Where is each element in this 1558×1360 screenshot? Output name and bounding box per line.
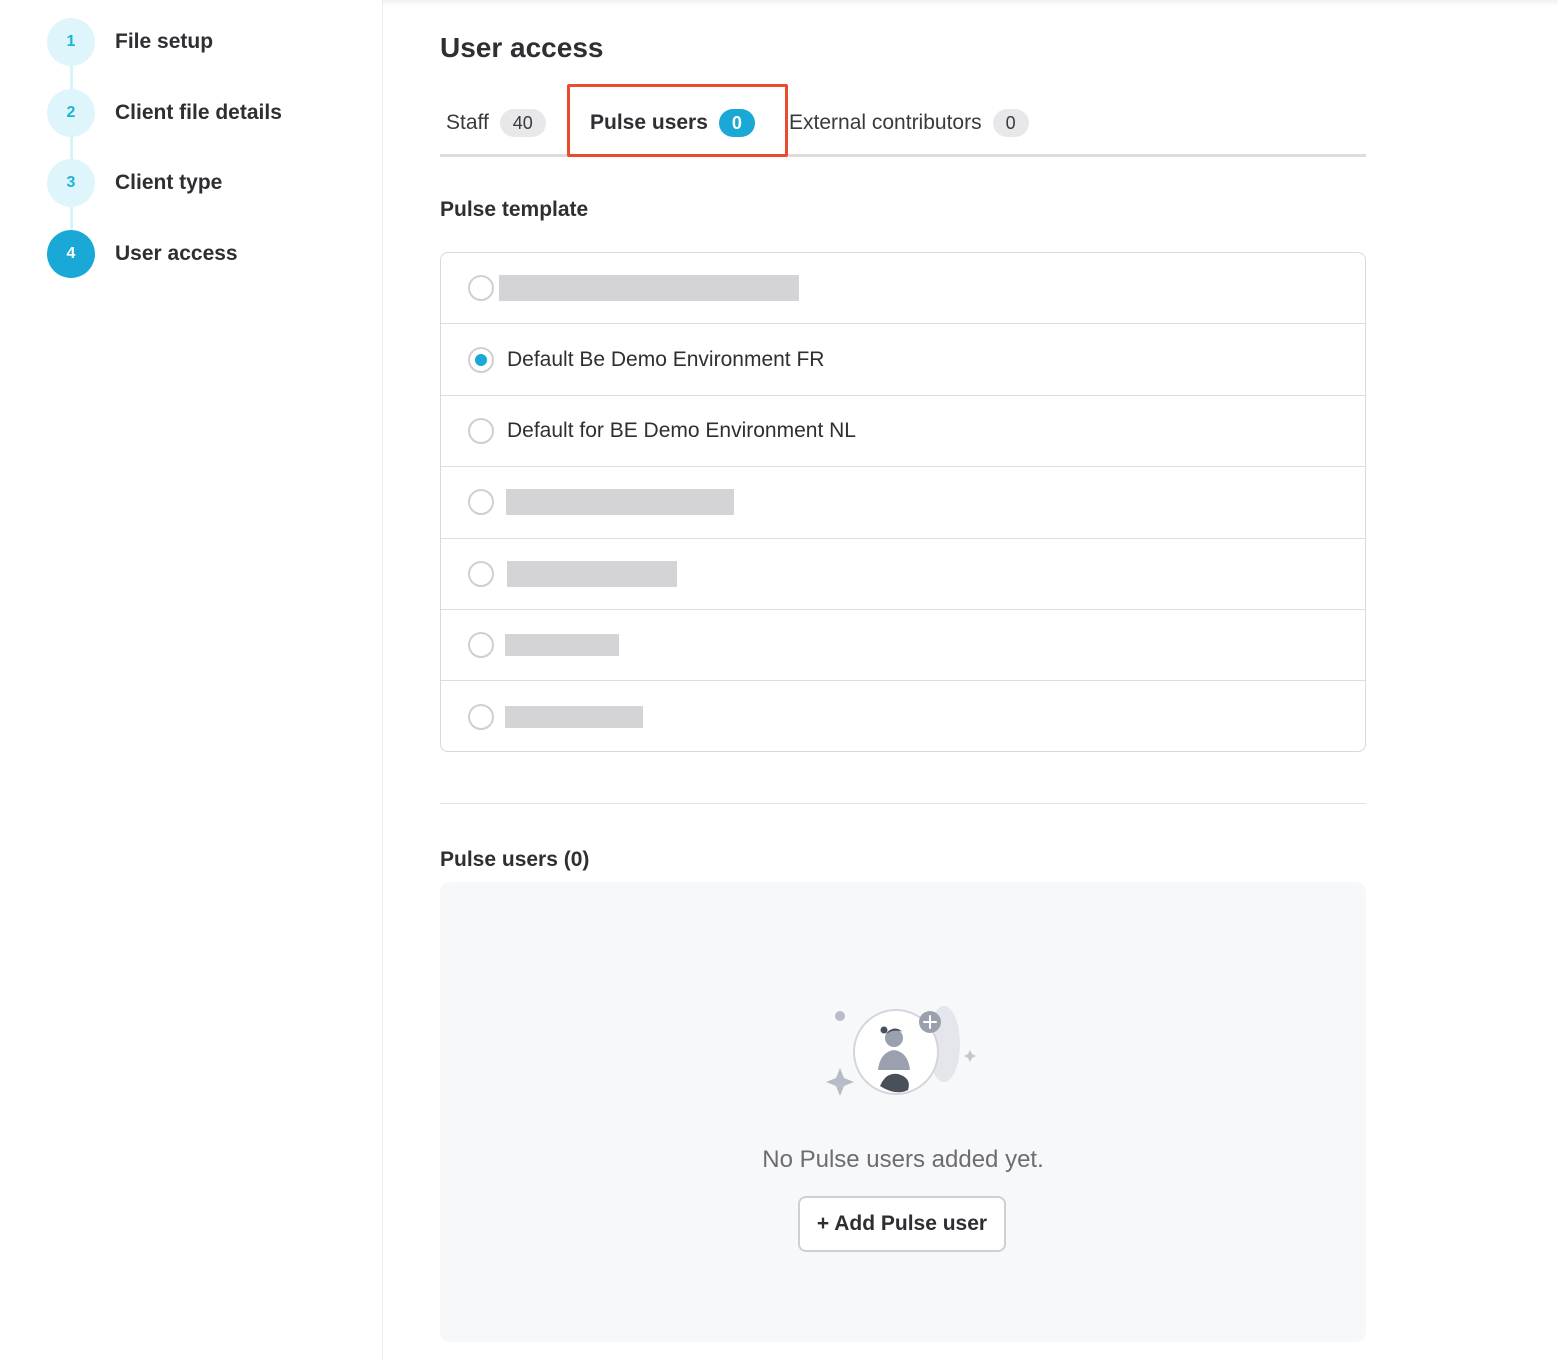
step-client-type[interactable]: 3 Client type: [47, 159, 222, 207]
radio-button[interactable]: [468, 704, 494, 731]
step-number: 1: [47, 18, 95, 66]
radio-button[interactable]: [468, 417, 494, 444]
tab-count-badge: 0: [718, 109, 755, 137]
template-option[interactable]: [441, 467, 1365, 539]
tab-label: Pulse users: [590, 111, 708, 134]
tab-bar: Staff 40 Pulse users 0 External contribu…: [440, 90, 1366, 157]
pulse-users-title: Pulse users (0): [440, 848, 590, 871]
add-person-illustration-icon: [826, 1006, 976, 1096]
tab-label: Staff: [446, 111, 489, 134]
template-option[interactable]: Default Be Demo Environment FR: [441, 324, 1365, 396]
step-label: Client file details: [115, 101, 282, 124]
step-label: File setup: [115, 30, 214, 53]
tab-pulse-users[interactable]: Pulse users 0: [590, 106, 755, 140]
step-number: 3: [47, 159, 95, 207]
template-option[interactable]: Default for BE Demo Environment NL: [441, 396, 1365, 468]
redacted-label: [507, 560, 677, 587]
template-option[interactable]: [441, 681, 1365, 751]
section-divider: [440, 803, 1366, 804]
tab-label: External contributors: [789, 111, 982, 134]
redacted-label: [499, 275, 799, 302]
step-client-file-details[interactable]: 2 Client file details: [47, 89, 282, 137]
step-number: 2: [47, 89, 95, 137]
step-number: 4: [47, 230, 95, 278]
step-file-setup[interactable]: 1 File setup: [47, 18, 213, 66]
add-pulse-user-button[interactable]: + Add Pulse user: [798, 1196, 1006, 1252]
template-option[interactable]: [441, 539, 1365, 610]
template-option-label: Default for BE Demo Environment NL: [507, 418, 856, 442]
template-option-label: Default Be Demo Environment FR: [507, 347, 825, 371]
step-label: Client type: [115, 171, 223, 194]
step-user-access[interactable]: 4 User access: [47, 230, 238, 278]
redacted-label: [506, 489, 734, 516]
redacted-label: [505, 634, 619, 657]
empty-state-message: No Pulse users added yet.: [762, 1146, 1044, 1173]
tab-external-contributors[interactable]: External contributors 0: [789, 106, 1029, 140]
tab-staff[interactable]: Staff 40: [446, 106, 546, 140]
pulse-users-empty-state: No Pulse users added yet. + Add Pulse us…: [440, 882, 1366, 1342]
tab-count-badge: 0: [992, 109, 1029, 137]
redacted-label: [505, 706, 643, 729]
tab-count-badge: 40: [499, 109, 546, 137]
radio-button-selected[interactable]: [468, 346, 494, 373]
step-label: User access: [115, 242, 238, 265]
radio-button[interactable]: [468, 275, 494, 302]
pulse-template-list: Default Be Demo Environment FR Default f…: [440, 252, 1366, 752]
radio-button[interactable]: [468, 560, 494, 587]
page-title: User access: [440, 32, 604, 63]
template-option[interactable]: [441, 610, 1365, 682]
stepper-sidebar: 1 File setup 2 Client file details 3 Cli…: [0, 0, 383, 1360]
radio-button[interactable]: [468, 489, 494, 516]
radio-button[interactable]: [468, 632, 494, 659]
template-option[interactable]: [441, 253, 1365, 325]
pulse-template-title: Pulse template: [440, 198, 589, 221]
